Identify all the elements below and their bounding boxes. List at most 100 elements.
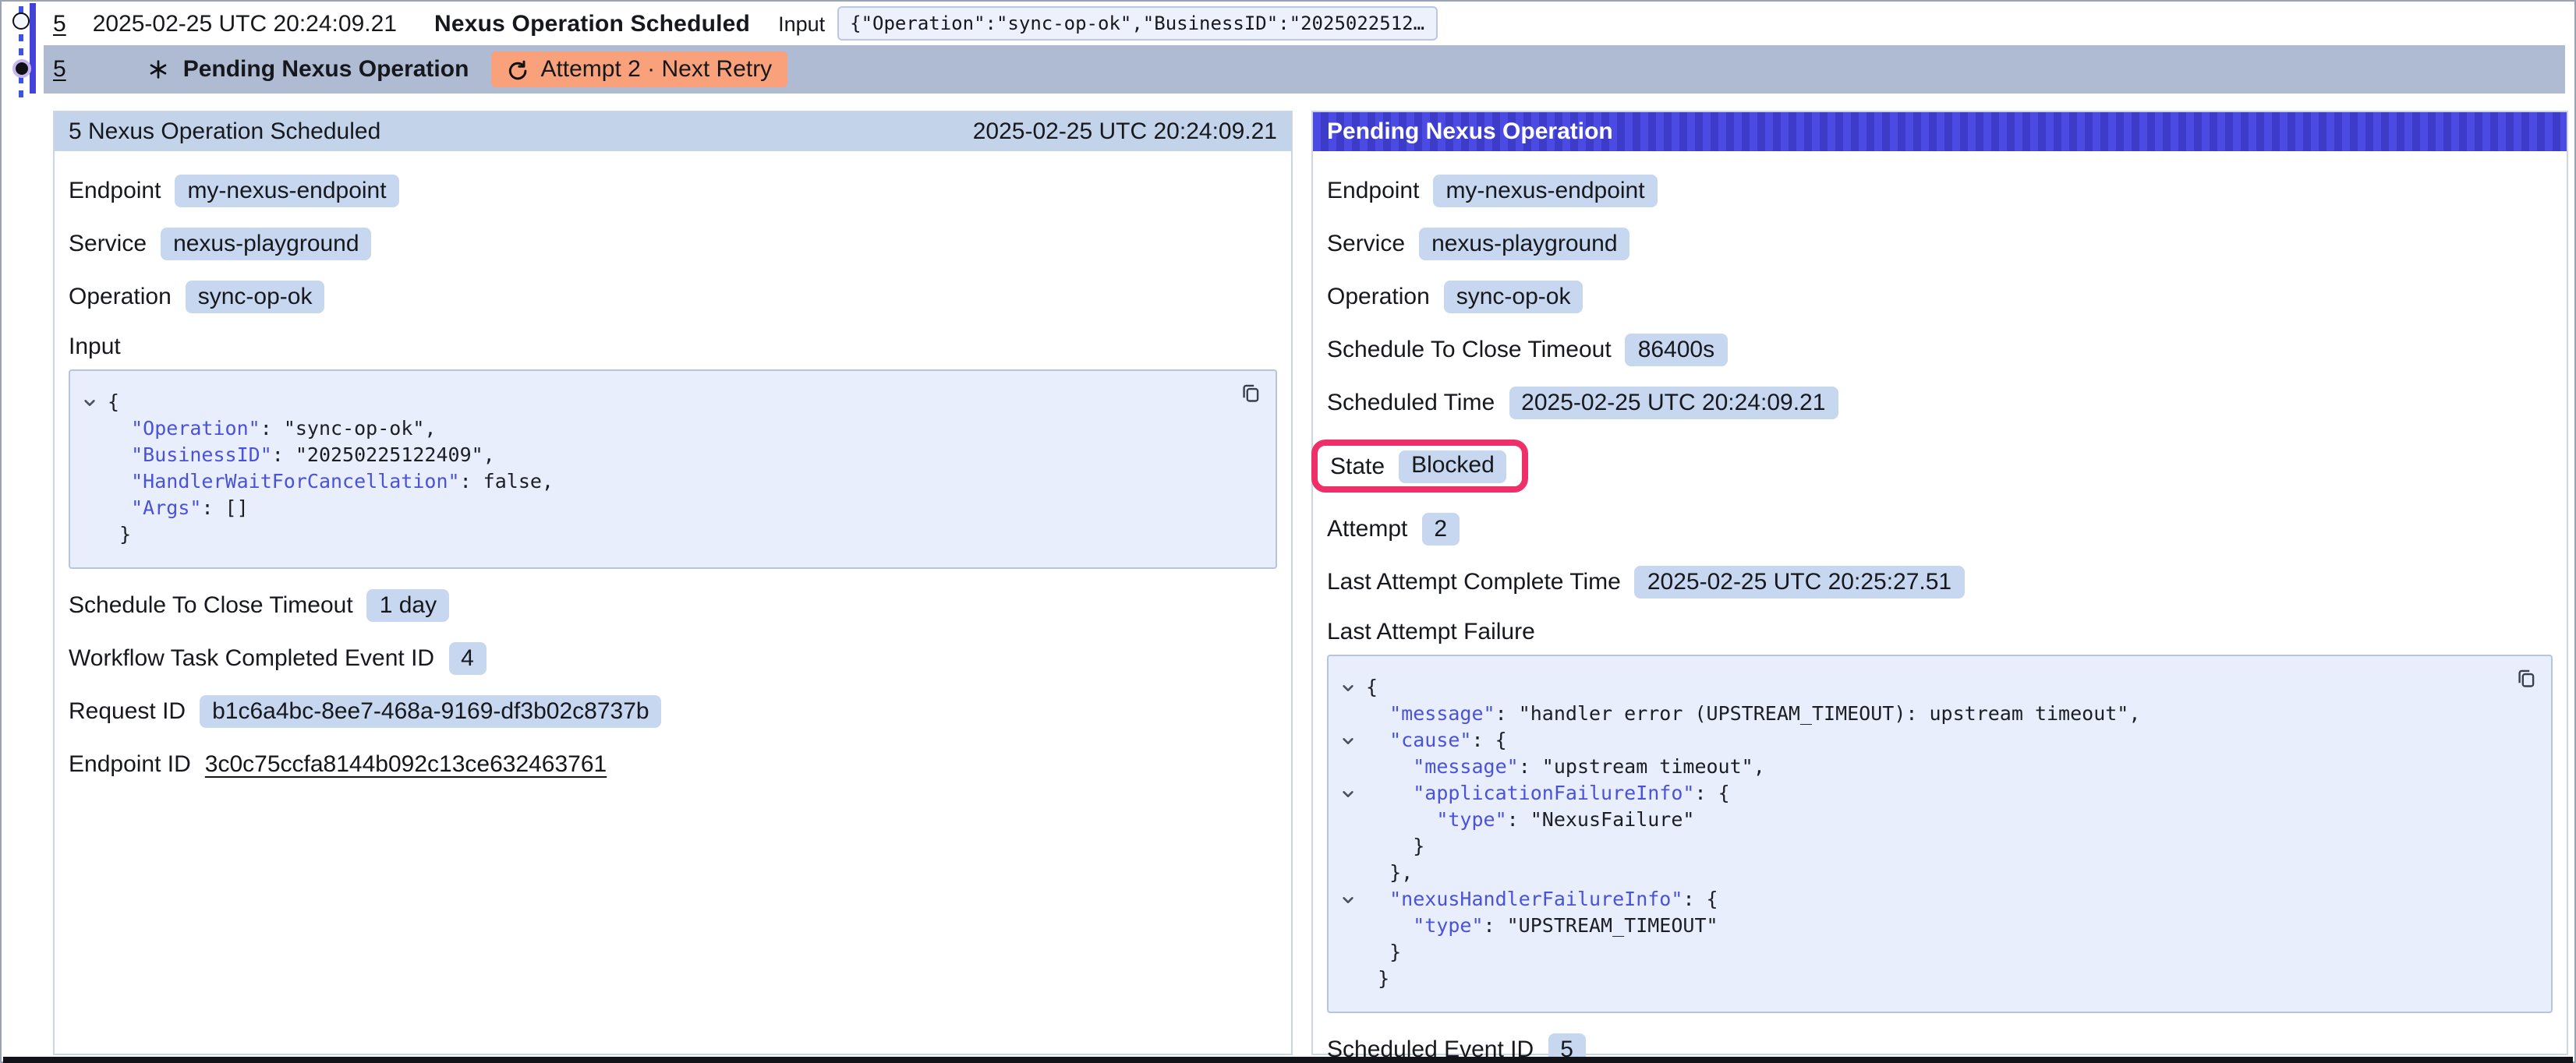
- state-highlight-box: State Blocked: [1311, 440, 1529, 493]
- event-input-preview[interactable]: {"Operation":"sync-op-ok","BusinessID":"…: [837, 6, 1437, 41]
- field-scheduled-time: Scheduled Time 2025-02-25 UTC 20:24:09.2…: [1327, 387, 2553, 419]
- code-line: "Args": []: [83, 494, 1260, 521]
- field-value-badge: 2025-02-25 UTC 20:24:09.21: [1509, 387, 1838, 419]
- panel-time: 2025-02-25 UTC 20:24:09.21: [973, 118, 1277, 145]
- field-label: Request ID: [69, 698, 186, 725]
- code-gutter: [1341, 859, 1366, 885]
- scheduled-panel-header: 5 Nexus Operation Scheduled 2025-02-25 U…: [55, 112, 1291, 151]
- event-history-view: 5 2025-02-25 UTC 20:24:09.21 Nexus Opera…: [0, 0, 2576, 1063]
- code-line: },: [1341, 859, 2535, 885]
- pending-panel-header: Pending Nexus Operation: [1313, 112, 2567, 151]
- code-line: }: [1341, 965, 2535, 991]
- code-gutter: [83, 494, 108, 521]
- field-label: Schedule To Close Timeout: [1327, 337, 1612, 363]
- field-value-badge: 4: [448, 642, 487, 675]
- code-line: "cause": {: [1341, 726, 2535, 753]
- code-line: }: [1341, 938, 2535, 965]
- collapse-toggle-icon[interactable]: [1341, 885, 1366, 912]
- bottom-divider: [3, 1057, 2573, 1063]
- field-label: Schedule To Close Timeout: [69, 592, 353, 619]
- code-gutter: [83, 521, 108, 547]
- field-schedule-to-close-timeout: Schedule To Close Timeout 86400s: [1327, 334, 2553, 366]
- code-gutter: [1341, 965, 1366, 991]
- code-gutter: [1341, 700, 1366, 726]
- event-time: 2025-02-25 UTC 20:24:09.21: [93, 10, 397, 37]
- copy-icon[interactable]: [2512, 664, 2540, 697]
- retry-icon: [506, 58, 528, 80]
- field-value-badge: b1c6a4bc-8ee7-468a-9169-df3b02c8737b: [200, 695, 661, 728]
- field-operation: Operation sync-op-ok: [69, 281, 1277, 313]
- field-operation: Operation sync-op-ok: [1327, 281, 2553, 313]
- field-attempt: Attempt 2: [1327, 513, 2553, 546]
- field-state: State Blocked: [1327, 440, 2553, 493]
- field-label: Service: [1327, 231, 1405, 257]
- field-label: Attempt: [1327, 516, 1407, 542]
- field-value-badge: 1 day: [367, 589, 449, 622]
- failure-json-viewer: { "message": "handler error (UPSTREAM_TI…: [1327, 655, 2553, 1013]
- retry-label: Attempt 2 · Next Retry: [540, 56, 772, 83]
- panel-title: 5 Nexus Operation Scheduled: [69, 118, 380, 145]
- field-value-badge: nexus-playground: [161, 228, 372, 260]
- retry-status-badge: Attempt 2 · Next Retry: [490, 51, 787, 87]
- code-line: "type": "NexusFailure": [1341, 806, 2535, 832]
- timeline-selection-bar: [30, 3, 35, 94]
- collapse-toggle-icon[interactable]: [1341, 726, 1366, 753]
- field-label: Endpoint ID: [69, 751, 191, 778]
- code-line: "nexusHandlerFailureInfo": {: [1341, 885, 2535, 912]
- code-line: "BusinessID": "20250225122409",: [83, 441, 1260, 468]
- field-schedule-to-close-timeout: Schedule To Close Timeout 1 day: [69, 589, 1277, 622]
- field-endpoint-id: Endpoint ID 3c0c75ccfa8144b092c13ce63246…: [69, 748, 1277, 781]
- collapse-toggle-icon[interactable]: [1341, 779, 1366, 806]
- event-detail-label: Input: [778, 12, 825, 35]
- event-id-link[interactable]: 5: [53, 10, 66, 37]
- state-value-badge: Blocked: [1399, 450, 1507, 482]
- field-last-attempt-complete-time: Last Attempt Complete Time 2025-02-25 UT…: [1327, 566, 2553, 599]
- code-line: {: [1341, 673, 2535, 700]
- field-value-badge: my-nexus-endpoint: [175, 175, 398, 207]
- field-value-badge: 2025-02-25 UTC 20:25:27.51: [1635, 566, 1964, 599]
- code-line: "Operation": "sync-op-ok",: [83, 415, 1260, 441]
- field-label: Workflow Task Completed Event ID: [69, 645, 434, 672]
- field-label: Operation: [69, 284, 172, 310]
- field-value-badge: sync-op-ok: [186, 281, 325, 313]
- code-line: }: [1341, 832, 2535, 859]
- panel-title: Pending Nexus Operation: [1327, 118, 1613, 145]
- code-line: "HandlerWaitForCancellation": false,: [83, 468, 1260, 494]
- code-gutter: [1341, 753, 1366, 779]
- endpoint-id-link[interactable]: 3c0c75ccfa8144b092c13ce632463761: [205, 751, 607, 778]
- field-label: Endpoint: [69, 178, 161, 204]
- collapse-toggle-icon[interactable]: [83, 388, 108, 415]
- code-gutter: [1341, 832, 1366, 859]
- field-value-badge: nexus-playground: [1419, 228, 1630, 260]
- field-value-badge: my-nexus-endpoint: [1433, 175, 1657, 207]
- field-service: Service nexus-playground: [69, 228, 1277, 260]
- field-request-id: Request ID b1c6a4bc-8ee7-468a-9169-df3b0…: [69, 695, 1277, 728]
- event-title: Pending Nexus Operation: [183, 56, 469, 83]
- event-row-scheduled[interactable]: 5 2025-02-25 UTC 20:24:09.21 Nexus Opera…: [3, 2, 2573, 45]
- code-gutter: [1341, 806, 1366, 832]
- field-label: Last Attempt Complete Time: [1327, 569, 1621, 595]
- event-title: Nexus Operation Scheduled: [434, 10, 750, 37]
- field-label: Scheduled Time: [1327, 390, 1495, 416]
- field-service: Service nexus-playground: [1327, 228, 2553, 260]
- event-row-pending[interactable]: 5 Pending Nexus Operation Attempt 2 · Ne…: [44, 45, 2565, 94]
- event-id-link[interactable]: 5: [53, 56, 66, 83]
- input-json-viewer: { "Operation": "sync-op-ok", "BusinessID…: [69, 369, 1277, 569]
- field-workflow-task-completed-event-id: Workflow Task Completed Event ID 4: [69, 642, 1277, 675]
- code-line: "message": "upstream timeout",: [1341, 753, 2535, 779]
- pending-asterisk-icon: [149, 59, 169, 79]
- field-value-badge: 2: [1421, 513, 1460, 546]
- code-line: "message": "handler error (UPSTREAM_TIME…: [1341, 700, 2535, 726]
- copy-icon[interactable]: [1237, 379, 1265, 411]
- code-line: {: [83, 388, 1260, 415]
- timeline-node-open-icon: [12, 12, 30, 30]
- code-gutter: [83, 441, 108, 468]
- code-line: "type": "UPSTREAM_TIMEOUT": [1341, 912, 2535, 938]
- field-label: Endpoint: [1327, 178, 1419, 204]
- code-gutter: [83, 415, 108, 441]
- code-gutter: [1341, 912, 1366, 938]
- collapse-toggle-icon[interactable]: [1341, 673, 1366, 700]
- code-gutter: [83, 468, 108, 494]
- field-label: Service: [69, 231, 147, 257]
- pending-operation-panel: Pending Nexus Operation Endpoint my-nexu…: [1311, 111, 2568, 1055]
